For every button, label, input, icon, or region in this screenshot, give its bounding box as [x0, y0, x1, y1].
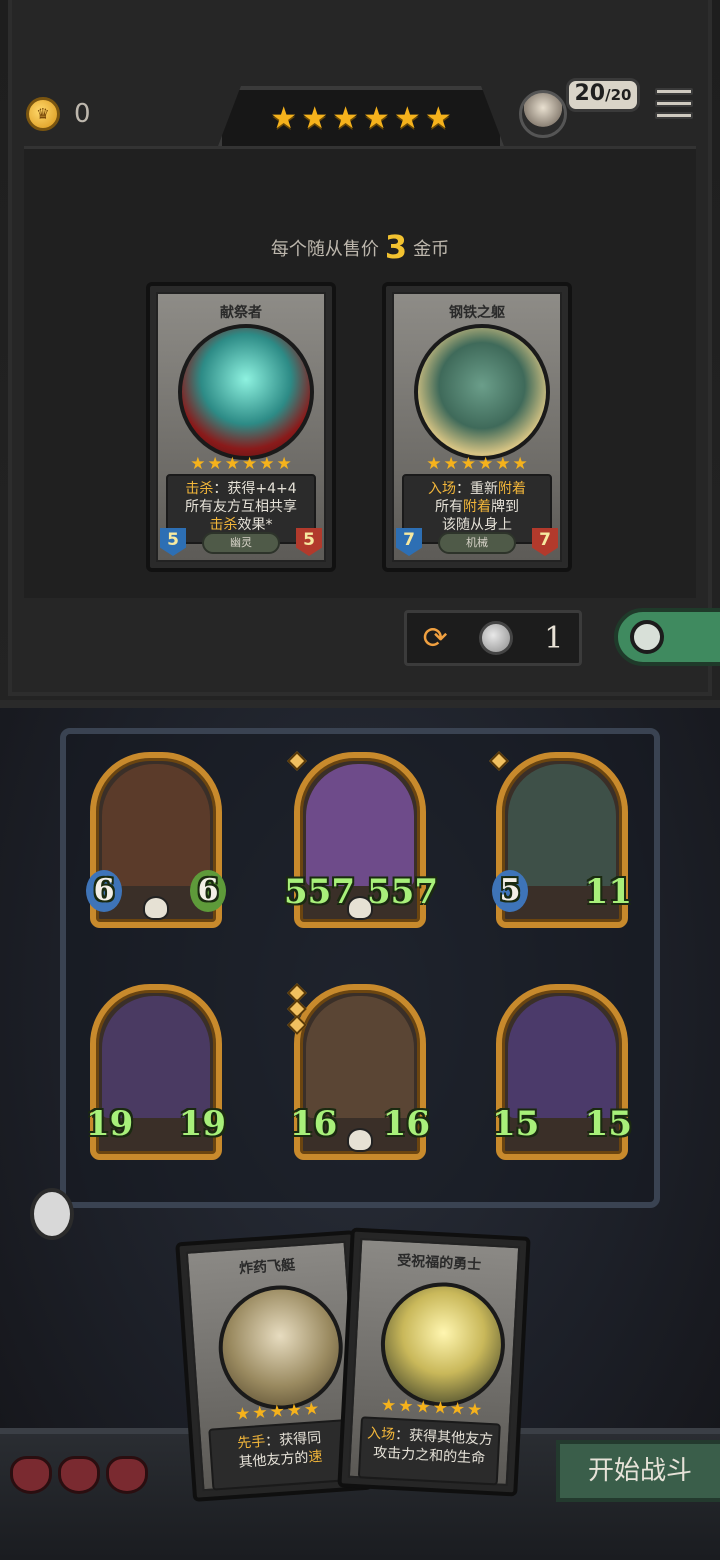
card-tribe: 机械: [438, 532, 516, 554]
star-icon: ★: [332, 100, 359, 136]
level-pips: [287, 751, 307, 771]
minion-art: [306, 996, 414, 1118]
card-art: [377, 1279, 509, 1410]
minion-health: 11: [584, 872, 632, 912]
board-minion[interactable]: 16 16: [287, 983, 430, 1160]
menu-bar: [655, 100, 693, 107]
minion-health: 557: [367, 872, 438, 912]
card-stars: ★ ★ ★ ★ ★ ★: [426, 454, 528, 474]
tavern-tier-stars: ★ ★ ★ ★ ★ ★: [218, 86, 504, 146]
shop-search-button[interactable]: [614, 608, 720, 666]
shop-card-iron-body[interactable]: 钢铁之躯 ★ ★ ★ ★ ★ ★ 入场：重新附着 所有附着牌到 该随从身上 7 机械 7: [382, 282, 572, 572]
minion-art: [102, 764, 210, 886]
minion-attack: 15: [492, 1104, 540, 1144]
board-minion[interactable]: 19 19: [86, 984, 226, 1160]
heart-icon: [58, 1456, 100, 1494]
menu-bar: [655, 112, 693, 119]
skull-icon: [347, 1128, 373, 1152]
hand-card[interactable]: 受祝福的勇士 ★ ★ ★ ★ ★ ★ 入场：获得其他友方 攻击力之和的生命: [337, 1227, 531, 1497]
skull-icon: [143, 896, 169, 920]
card-health: 7: [532, 528, 558, 556]
refresh-icon: ⟳: [422, 620, 448, 656]
minion-art: [306, 764, 414, 886]
refresh-cost: 1: [544, 620, 564, 656]
card-art: [414, 324, 550, 460]
card-art: [214, 1281, 347, 1414]
card-health: 5: [296, 528, 322, 556]
card-name: 受祝福的勇士: [396, 1252, 482, 1274]
sell-price-text: 每个随从售价 3 金币: [270, 228, 450, 266]
card-description: 先手：获得同 其他友方的速: [208, 1418, 353, 1491]
card-name: 钢铁之躯: [449, 305, 505, 321]
minion-art: [508, 764, 616, 886]
player-avatar[interactable]: [519, 90, 567, 138]
lives: [10, 1456, 148, 1494]
shop-card-sacrificer[interactable]: 献祭者 ★ ★ ★ ★ ★ ★ 击杀：获得+4+4 所有友方互相共享 击杀效果* 5 幽灵…: [146, 282, 336, 572]
card-name: 献祭者: [220, 305, 262, 321]
star-icon: ★: [301, 100, 329, 136]
gold-counter: ♛ 0: [26, 97, 91, 131]
minion-health: 6: [190, 870, 226, 912]
shop-panel: [24, 146, 696, 598]
heart-icon: [106, 1456, 148, 1494]
minion-art: [508, 996, 616, 1118]
heart-icon: [10, 1456, 52, 1494]
card-stars: ★ ★ ★ ★ ★ ★: [190, 454, 292, 474]
board-search-icon[interactable]: [30, 1188, 74, 1240]
board-minion[interactable]: 5 11: [489, 751, 632, 928]
minion-health: 19: [178, 1104, 226, 1144]
menu-bar: [655, 88, 693, 95]
sell-price-value: 3: [384, 228, 408, 266]
skull-icon: [347, 896, 373, 920]
population-counter: 20 /20: [566, 78, 640, 112]
board-minion[interactable]: 15 15: [492, 984, 632, 1160]
minion-attack: 16: [290, 1104, 338, 1144]
minion-attack: 557: [284, 872, 355, 912]
minion-health: 15: [584, 1104, 632, 1144]
star-icon: ★: [363, 100, 390, 136]
gold-value: 0: [74, 99, 91, 129]
magnifier-icon: [630, 620, 664, 654]
minion-art: [102, 996, 210, 1118]
card-description: 入场：获得其他友方 攻击力之和的生命: [357, 1416, 501, 1486]
card-attack: 5: [160, 528, 186, 556]
crown-coin-icon: ♛: [26, 97, 60, 131]
card-attack: 7: [396, 528, 422, 556]
star-icon: ★: [393, 100, 421, 136]
star-icon: ★: [270, 100, 298, 136]
silver-coin-icon: [479, 621, 514, 655]
star-icon: ★: [424, 100, 452, 136]
card-art: [178, 324, 314, 460]
refresh-shop-button[interactable]: ⟳ 1: [404, 610, 582, 666]
board-minion[interactable]: 557 557: [284, 751, 438, 928]
minion-attack: 5: [492, 870, 528, 912]
minion-health: 16: [382, 1104, 430, 1144]
menu-button[interactable]: [655, 88, 693, 126]
board-minion[interactable]: 6 6: [86, 752, 226, 928]
level-pips: [489, 751, 509, 771]
card-tribe: 幽灵: [202, 532, 280, 554]
start-battle-button[interactable]: 开始战斗: [556, 1440, 720, 1502]
minion-attack: 6: [86, 870, 122, 912]
level-pips: [287, 983, 307, 1035]
card-name: 炸药飞艇: [238, 1257, 296, 1278]
minion-attack: 19: [86, 1104, 134, 1144]
